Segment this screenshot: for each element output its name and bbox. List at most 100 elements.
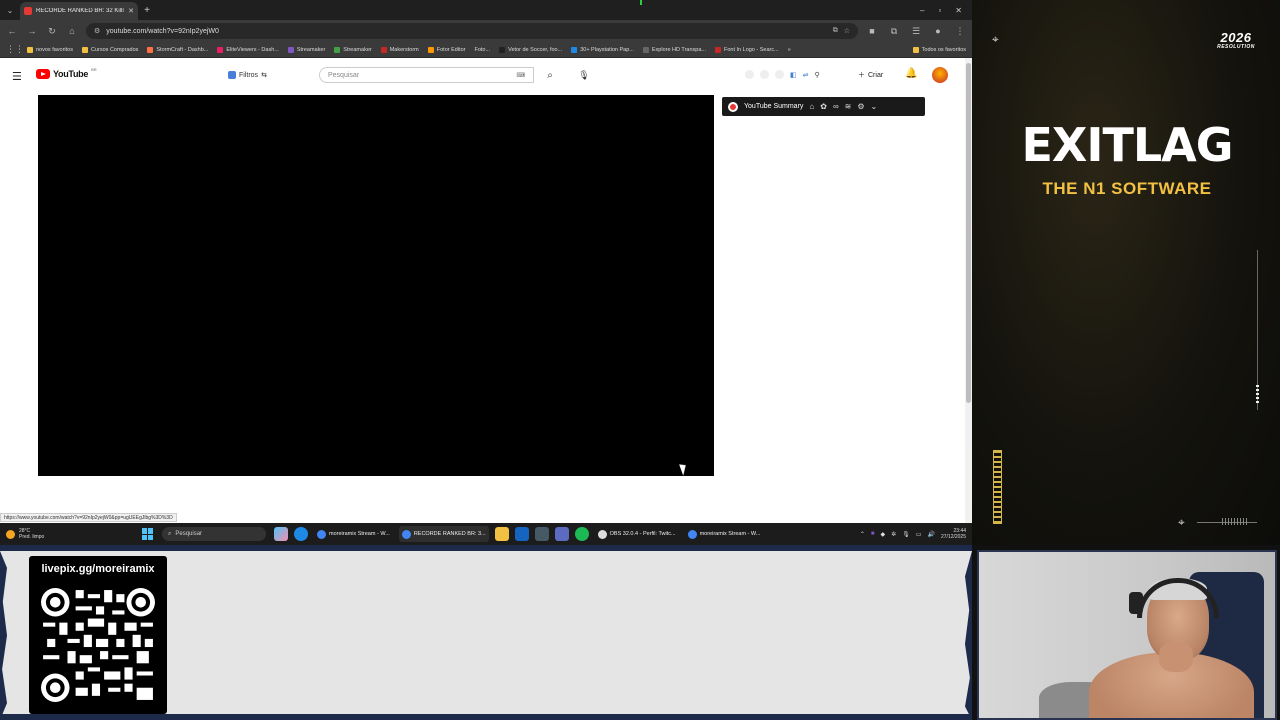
bookmark-item[interactable]: 30+ Playstation Pap...	[571, 46, 634, 53]
calendar-icon[interactable]	[534, 527, 549, 541]
bookmark-item[interactable]: Foto...	[474, 47, 490, 53]
video-player[interactable]	[38, 95, 714, 476]
keyboard-icon[interactable]: ⌨	[516, 72, 525, 79]
microphone-tray-icon[interactable]: 🎙	[902, 531, 910, 538]
extension-icon[interactable]: ⇌	[803, 71, 809, 79]
youtube-header: ☰ YouTube BR Filtros ⇆ Pesquisar ⌨ ⌕ 🎙 ◧…	[0, 58, 965, 92]
filters-button[interactable]: Filtros ⇆	[228, 68, 267, 82]
bookmark-star-icon[interactable]: ☆	[844, 27, 850, 35]
extension-icon[interactable]	[775, 70, 784, 79]
bookmark-item[interactable]: Explore HD Transpa...	[642, 46, 706, 53]
tray-app-icon[interactable]: ■	[871, 531, 875, 537]
mail-icon[interactable]	[514, 527, 529, 541]
bookmark-label: 30+ Playstation Pap...	[580, 46, 634, 53]
new-tab-icon[interactable]: +	[138, 5, 156, 16]
taskbar-task[interactable]: moreiramix Stream - W...	[685, 526, 764, 542]
settings-gear-icon[interactable]: ⚙	[857, 102, 864, 111]
microphone-icon[interactable]: 🎙	[576, 67, 592, 83]
edge-icon[interactable]	[294, 527, 308, 541]
bookmark-item[interactable]: novos favoritos	[27, 46, 73, 53]
youtube-logo[interactable]: YouTube BR	[36, 67, 97, 79]
robot-icon[interactable]: ⌂	[809, 102, 814, 111]
extension-icon[interactable]: ◧	[790, 71, 797, 79]
bookmark-item[interactable]: Makerstorm	[380, 46, 419, 53]
site-favicon-icon	[334, 46, 341, 53]
tab-active[interactable]: RECORDE RANKED BR: 32 Kills ✕	[20, 2, 138, 20]
search-input[interactable]: Pesquisar ⌨	[319, 67, 534, 83]
bookmark-item[interactable]: StormCraft - Dashb...	[147, 46, 208, 53]
browser-menu-icon[interactable]: ⋮	[954, 26, 966, 37]
panel-border-top	[0, 545, 972, 551]
bookmark-item[interactable]: Cursos Comprados	[82, 46, 138, 53]
bookmark-label: Makerstorm	[389, 46, 419, 53]
taskbar-task[interactable]: OBS 32.0.4 - Perfil: Twitc...	[595, 526, 679, 542]
extension-icon[interactable]	[745, 70, 754, 79]
extension-icon[interactable]	[760, 70, 769, 79]
bookmark-item[interactable]: Streamaker	[334, 46, 372, 53]
start-button-icon[interactable]	[142, 528, 154, 540]
tray-app-icon[interactable]: ◆	[881, 531, 886, 538]
clock[interactable]: 23:44 27/12/2025	[941, 528, 966, 540]
youtube-summary-bar[interactable]: YouTube Summary ⌂ ✿ ∞ ≋ ⚙ ⌄	[722, 97, 925, 116]
all-bookmarks-button[interactable]: Todos os favoritos	[912, 46, 966, 53]
audio-wave-icon[interactable]: ≋	[845, 102, 852, 111]
glasses-icon[interactable]: ∞	[833, 102, 839, 111]
install-app-icon[interactable]: ⧉	[833, 27, 838, 35]
tray-app-icon[interactable]: ✲	[891, 531, 896, 538]
minimize-icon[interactable]: –	[920, 6, 924, 15]
taskbar-search-placeholder: Pesquisar	[175, 531, 203, 537]
taskbar-task[interactable]: moreiramix Stream - W...	[314, 526, 393, 542]
apps-grid-icon[interactable]: ⋮⋮	[6, 44, 24, 55]
scrollbar-thumb[interactable]	[966, 63, 971, 403]
bookmarks-overflow-icon[interactable]: »	[788, 47, 791, 53]
bookmark-item[interactable]: EliteViewers - Dash...	[217, 46, 279, 53]
tab-search-icon[interactable]: ⌄	[0, 0, 20, 20]
pin-icon[interactable]: ⚲	[815, 71, 820, 79]
taskbar-task-active[interactable]: RECORDE RANKED BR: 3...	[398, 526, 489, 542]
avatar[interactable]	[932, 67, 948, 83]
maximize-icon[interactable]: ▫	[938, 6, 941, 15]
sidebar-icon[interactable]: ☰	[910, 26, 922, 37]
resolution-label: RESOLUTION	[1217, 44, 1255, 50]
openai-icon[interactable]: ✿	[820, 102, 827, 111]
bookmark-label: Font In Logo - Searc...	[723, 46, 779, 53]
resolution-badge: 2026 RESOLUTION	[1204, 30, 1268, 50]
bookmark-item[interactable]: Font In Logo - Searc...	[714, 46, 779, 53]
browser-toolbar: ← → ↻ ⌂ ⚙ youtube.com/watch?v=92nIp2yejW…	[0, 20, 972, 42]
menu-icon[interactable]: ☰	[12, 70, 22, 83]
taskbar-search[interactable]: ⌕ Pesquisar	[162, 527, 266, 541]
url-text: youtube.com/watch?v=92nIp2yejW0	[106, 27, 219, 35]
create-button[interactable]: ＋ Criar	[858, 67, 883, 83]
headset-earcup	[1129, 592, 1143, 614]
bookmark-item[interactable]: Fotor Editor	[427, 46, 466, 53]
profile-icon[interactable]: ●	[932, 26, 944, 37]
notifications-bell-icon[interactable]: 🔔	[905, 68, 917, 79]
bookmark-label: Fotor Editor	[436, 46, 466, 53]
address-bar[interactable]: ⚙ youtube.com/watch?v=92nIp2yejW0 ⧉ ☆	[86, 23, 858, 39]
bookmark-item[interactable]: Vetor de Soccer, foo...	[499, 46, 562, 53]
tab-close-icon[interactable]: ✕	[128, 7, 134, 15]
page-scrollbar[interactable]	[965, 58, 972, 523]
extensions-puzzle-icon[interactable]: ⧉	[888, 26, 900, 37]
forward-icon[interactable]: →	[26, 26, 38, 36]
back-icon[interactable]: ←	[6, 26, 18, 36]
home-icon[interactable]: ⌂	[66, 26, 78, 36]
bookmark-item[interactable]: Streamaker	[287, 46, 325, 53]
reload-icon[interactable]: ↻	[46, 26, 58, 37]
site-info-icon[interactable]: ⚙	[94, 27, 100, 35]
site-favicon-icon	[287, 46, 294, 53]
network-icon[interactable]: ▭	[916, 531, 922, 538]
copilot-icon[interactable]	[274, 527, 288, 541]
weather-widget[interactable]: 28°C Pred. limpo	[6, 528, 136, 540]
search-icon[interactable]: ⌕	[540, 67, 560, 83]
spotify-icon[interactable]	[574, 527, 589, 541]
close-window-icon[interactable]: ✕	[955, 6, 962, 15]
extension-icon[interactable]: ■	[866, 26, 878, 37]
teams-icon[interactable]	[554, 527, 569, 541]
search-icon: ⌕	[168, 530, 172, 537]
volume-icon[interactable]: 🔊	[927, 531, 934, 538]
tray-chevron-icon[interactable]: ⌃	[860, 531, 865, 538]
obs-icon	[597, 529, 607, 539]
chevron-down-icon[interactable]: ⌄	[871, 102, 878, 111]
file-explorer-icon[interactable]	[494, 527, 509, 541]
